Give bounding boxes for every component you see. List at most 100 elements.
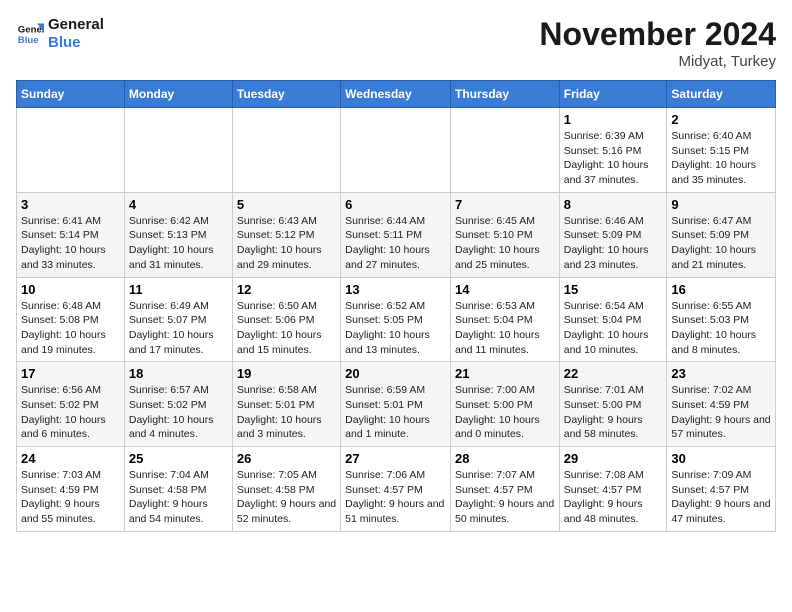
cell-text: Sunset: 5:04 PM	[455, 313, 555, 328]
calendar-cell	[232, 108, 340, 193]
calendar-cell: 1Sunrise: 6:39 AMSunset: 5:16 PMDaylight…	[559, 108, 667, 193]
cell-text: Sunset: 5:00 PM	[564, 398, 663, 413]
cell-text: Daylight: 10 hours and 19 minutes.	[21, 328, 120, 357]
day-number: 24	[21, 451, 120, 466]
cell-text: Sunset: 5:10 PM	[455, 228, 555, 243]
day-number: 15	[564, 282, 663, 297]
cell-text: Sunrise: 6:56 AM	[21, 383, 120, 398]
cell-text: Sunrise: 6:40 AM	[671, 129, 771, 144]
cell-text: Daylight: 10 hours and 8 minutes.	[671, 328, 771, 357]
cell-text: Daylight: 10 hours and 33 minutes.	[21, 243, 120, 272]
cell-text: Daylight: 10 hours and 17 minutes.	[129, 328, 228, 357]
calendar-cell: 28Sunrise: 7:07 AMSunset: 4:57 PMDayligh…	[450, 447, 559, 532]
calendar-cell: 12Sunrise: 6:50 AMSunset: 5:06 PMDayligh…	[232, 277, 340, 362]
cell-text: Sunset: 5:01 PM	[237, 398, 336, 413]
cell-text: Daylight: 10 hours and 3 minutes.	[237, 413, 336, 442]
day-number: 2	[671, 112, 771, 127]
calendar-cell: 16Sunrise: 6:55 AMSunset: 5:03 PMDayligh…	[667, 277, 776, 362]
cell-text: Sunrise: 7:05 AM	[237, 468, 336, 483]
cell-text: Sunset: 5:13 PM	[129, 228, 228, 243]
cell-text: Sunrise: 7:09 AM	[671, 468, 771, 483]
calendar-cell: 4Sunrise: 6:42 AMSunset: 5:13 PMDaylight…	[124, 192, 232, 277]
cell-text: Sunset: 5:14 PM	[21, 228, 120, 243]
calendar-cell: 17Sunrise: 6:56 AMSunset: 5:02 PMDayligh…	[17, 362, 125, 447]
calendar-cell: 7 Sunrise: 6:45 AMSunset: 5:10 PMDaylight…	[450, 192, 559, 277]
cell-text: Sunset: 5:15 PM	[671, 144, 771, 159]
cell-text: Daylight: 10 hours and 27 minutes.	[345, 243, 446, 272]
cell-text: Sunrise: 6:59 AM	[345, 383, 446, 398]
cell-text: Sunrise: 6:58 AM	[237, 383, 336, 398]
calendar-cell: 30Sunrise: 7:09 AMSunset: 4:57 PMDayligh…	[667, 447, 776, 532]
day-header-saturday: Saturday	[667, 81, 776, 108]
calendar-cell: 10Sunrise: 6:48 AMSunset: 5:08 PMDayligh…	[17, 277, 125, 362]
day-number: 14	[455, 282, 555, 297]
calendar-cell: 27Sunrise: 7:06 AMSunset: 4:57 PMDayligh…	[341, 447, 451, 532]
cell-text: Daylight: 10 hours and 31 minutes.	[129, 243, 228, 272]
day-number: 30	[671, 451, 771, 466]
day-number: 19	[237, 366, 336, 381]
cell-text: Sunset: 4:57 PM	[345, 483, 446, 498]
cell-text: Sunset: 5:01 PM	[345, 398, 446, 413]
day-number: 7	[455, 197, 555, 212]
cell-text: Sunrise: 6:54 AM	[564, 299, 663, 314]
cell-text: Daylight: 9 hours and 50 minutes.	[455, 497, 555, 526]
calendar-week-2: 3Sunrise: 6:41 AMSunset: 5:14 PMDaylight…	[17, 192, 776, 277]
day-number: 1	[564, 112, 663, 127]
day-number: 21	[455, 366, 555, 381]
cell-text: Sunrise: 6:42 AM	[129, 214, 228, 229]
cell-text: Daylight: 10 hours and 15 minutes.	[237, 328, 336, 357]
cell-text: Sunrise: 6:50 AM	[237, 299, 336, 314]
calendar-cell: 24Sunrise: 7:03 AMSunset: 4:59 PMDayligh…	[17, 447, 125, 532]
calendar-cell: 23Sunrise: 7:02 AMSunset: 4:59 PMDayligh…	[667, 362, 776, 447]
cell-text: Daylight: 9 hours and 47 minutes.	[671, 497, 771, 526]
cell-text: Sunrise: 6:45 AM	[455, 214, 555, 229]
calendar-cell: 8Sunrise: 6:46 AMSunset: 5:09 PMDaylight…	[559, 192, 667, 277]
day-number: 5	[237, 197, 336, 212]
cell-text: Daylight: 9 hours and 51 minutes.	[345, 497, 446, 526]
day-number: 16	[671, 282, 771, 297]
cell-text: Sunset: 5:04 PM	[564, 313, 663, 328]
day-number: 10	[21, 282, 120, 297]
cell-text: Daylight: 10 hours and 25 minutes.	[455, 243, 555, 272]
calendar-cell: 9Sunrise: 6:47 AMSunset: 5:09 PMDaylight…	[667, 192, 776, 277]
day-header-sunday: Sunday	[17, 81, 125, 108]
cell-text: Sunrise: 7:03 AM	[21, 468, 120, 483]
cell-text: Daylight: 9 hours and 58 minutes.	[564, 413, 663, 442]
cell-text: Sunrise: 6:41 AM	[21, 214, 120, 229]
cell-text: Sunset: 5:02 PM	[129, 398, 228, 413]
day-number: 3	[21, 197, 120, 212]
cell-text: Daylight: 10 hours and 4 minutes.	[129, 413, 228, 442]
calendar-cell: 6Sunrise: 6:44 AMSunset: 5:11 PMDaylight…	[341, 192, 451, 277]
cell-text: Daylight: 10 hours and 6 minutes.	[21, 413, 120, 442]
cell-text: Daylight: 10 hours and 23 minutes.	[564, 243, 663, 272]
cell-text: Daylight: 9 hours and 48 minutes.	[564, 497, 663, 526]
day-header-friday: Friday	[559, 81, 667, 108]
cell-text: Sunset: 5:00 PM	[455, 398, 555, 413]
cell-text: Sunrise: 7:02 AM	[671, 383, 771, 398]
cell-text: Daylight: 10 hours and 29 minutes.	[237, 243, 336, 272]
calendar-cell: 18Sunrise: 6:57 AMSunset: 5:02 PMDayligh…	[124, 362, 232, 447]
calendar-cell: 19 Sunrise: 6:58 AMSunset: 5:01 PMDayligh…	[232, 362, 340, 447]
cell-text: Sunset: 4:57 PM	[564, 483, 663, 498]
day-number: 29	[564, 451, 663, 466]
cell-text: Daylight: 10 hours and 21 minutes.	[671, 243, 771, 272]
cell-text: Sunset: 4:58 PM	[237, 483, 336, 498]
cell-text: Sunset: 4:59 PM	[21, 483, 120, 498]
cell-text: Sunset: 4:59 PM	[671, 398, 771, 413]
calendar-cell: 25Sunrise: 7:04 AMSunset: 4:58 PMDayligh…	[124, 447, 232, 532]
calendar-header-row: SundayMondayTuesdayWednesdayThursdayFrid…	[17, 81, 776, 108]
cell-text: Sunrise: 6:57 AM	[129, 383, 228, 398]
logo-line2: Blue	[48, 34, 104, 52]
cell-text: Sunset: 5:09 PM	[671, 228, 771, 243]
day-header-wednesday: Wednesday	[341, 81, 451, 108]
cell-text: Daylight: 9 hours and 52 minutes.	[237, 497, 336, 526]
calendar-cell: 15 Sunrise: 6:54 AMSunset: 5:04 PMDayligh…	[559, 277, 667, 362]
day-header-tuesday: Tuesday	[232, 81, 340, 108]
month-title: November 2024	[539, 16, 776, 53]
cell-text: Daylight: 10 hours and 10 minutes.	[564, 328, 663, 357]
calendar-cell: 14Sunrise: 6:53 AMSunset: 5:04 PMDayligh…	[450, 277, 559, 362]
day-header-thursday: Thursday	[450, 81, 559, 108]
calendar-table: SundayMondayTuesdayWednesdayThursdayFrid…	[16, 80, 776, 532]
cell-text: Daylight: 9 hours and 57 minutes.	[671, 413, 771, 442]
day-number: 12	[237, 282, 336, 297]
